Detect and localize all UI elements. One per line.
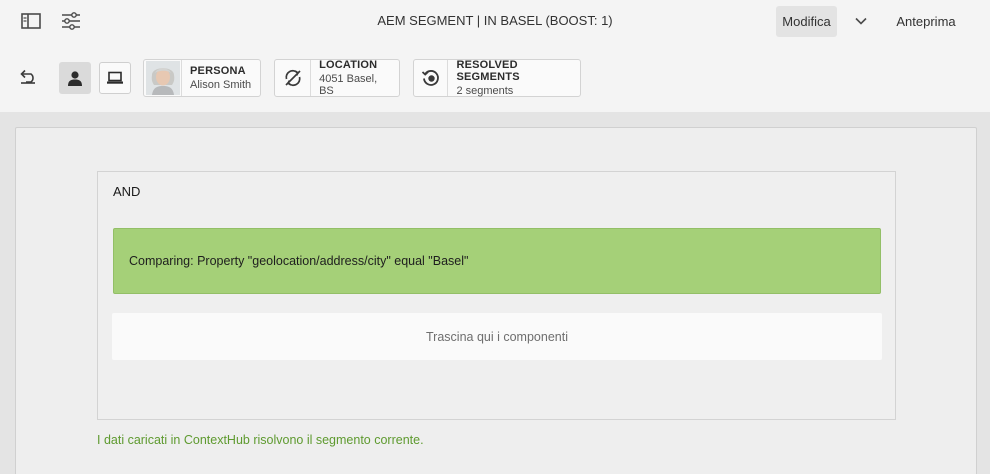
persona-chip[interactable]: PERSONA Alison Smith (143, 59, 261, 97)
and-container-label: AND (113, 184, 141, 199)
mode-dropdown-chevron-down-icon[interactable] (850, 10, 872, 32)
persona-value: Alison Smith (190, 79, 252, 91)
persona-avatar (144, 60, 182, 96)
device-laptop-icon[interactable] (99, 62, 131, 94)
location-value: 4051 Basel, BS (319, 73, 378, 97)
persona-user-icon[interactable] (59, 62, 91, 94)
preview-button[interactable]: Anteprima (888, 6, 964, 37)
resolved-segments-label: RESOLVED SEGMENTS (456, 59, 520, 83)
resolved-segments-value: 2 segments (456, 85, 514, 97)
top-bar: AEM SEGMENT | IN BASEL (BOOST: 1) Modifi… (0, 0, 990, 44)
resolved-segments-refresh-icon (414, 60, 449, 96)
edit-mode-button[interactable]: Modifica (776, 6, 837, 37)
contexthub-toolbar: PERSONA Alison Smith LOCATION 4051 Basel… (0, 44, 990, 112)
location-chip[interactable]: LOCATION 4051 Basel, BS (274, 59, 400, 97)
page-title: AEM SEGMENT | IN BASEL (BOOST: 1) (377, 13, 613, 28)
property-comparison-condition[interactable]: Comparing: Property "geolocation/address… (113, 228, 881, 294)
location-label: LOCATION (319, 59, 378, 71)
and-container[interactable]: AND Comparing: Property "geolocation/add… (97, 171, 896, 420)
location-sync-off-icon (275, 60, 312, 96)
editor-canvas: AND Comparing: Property "geolocation/add… (0, 112, 990, 474)
page-properties-sliders-icon[interactable] (59, 9, 83, 33)
segment-editor-panel: AND Comparing: Property "geolocation/add… (15, 127, 977, 474)
persona-label: PERSONA (190, 65, 246, 77)
segment-resolved-message: I dati caricati in ContextHub risolvono … (97, 433, 424, 447)
resolved-segments-chip[interactable]: RESOLVED SEGMENTS 2 segments (413, 59, 581, 97)
drop-zone[interactable]: Trascina qui i componenti (112, 313, 882, 360)
side-panel-toggle-icon[interactable] (19, 10, 43, 32)
undo-icon[interactable] (16, 66, 40, 88)
